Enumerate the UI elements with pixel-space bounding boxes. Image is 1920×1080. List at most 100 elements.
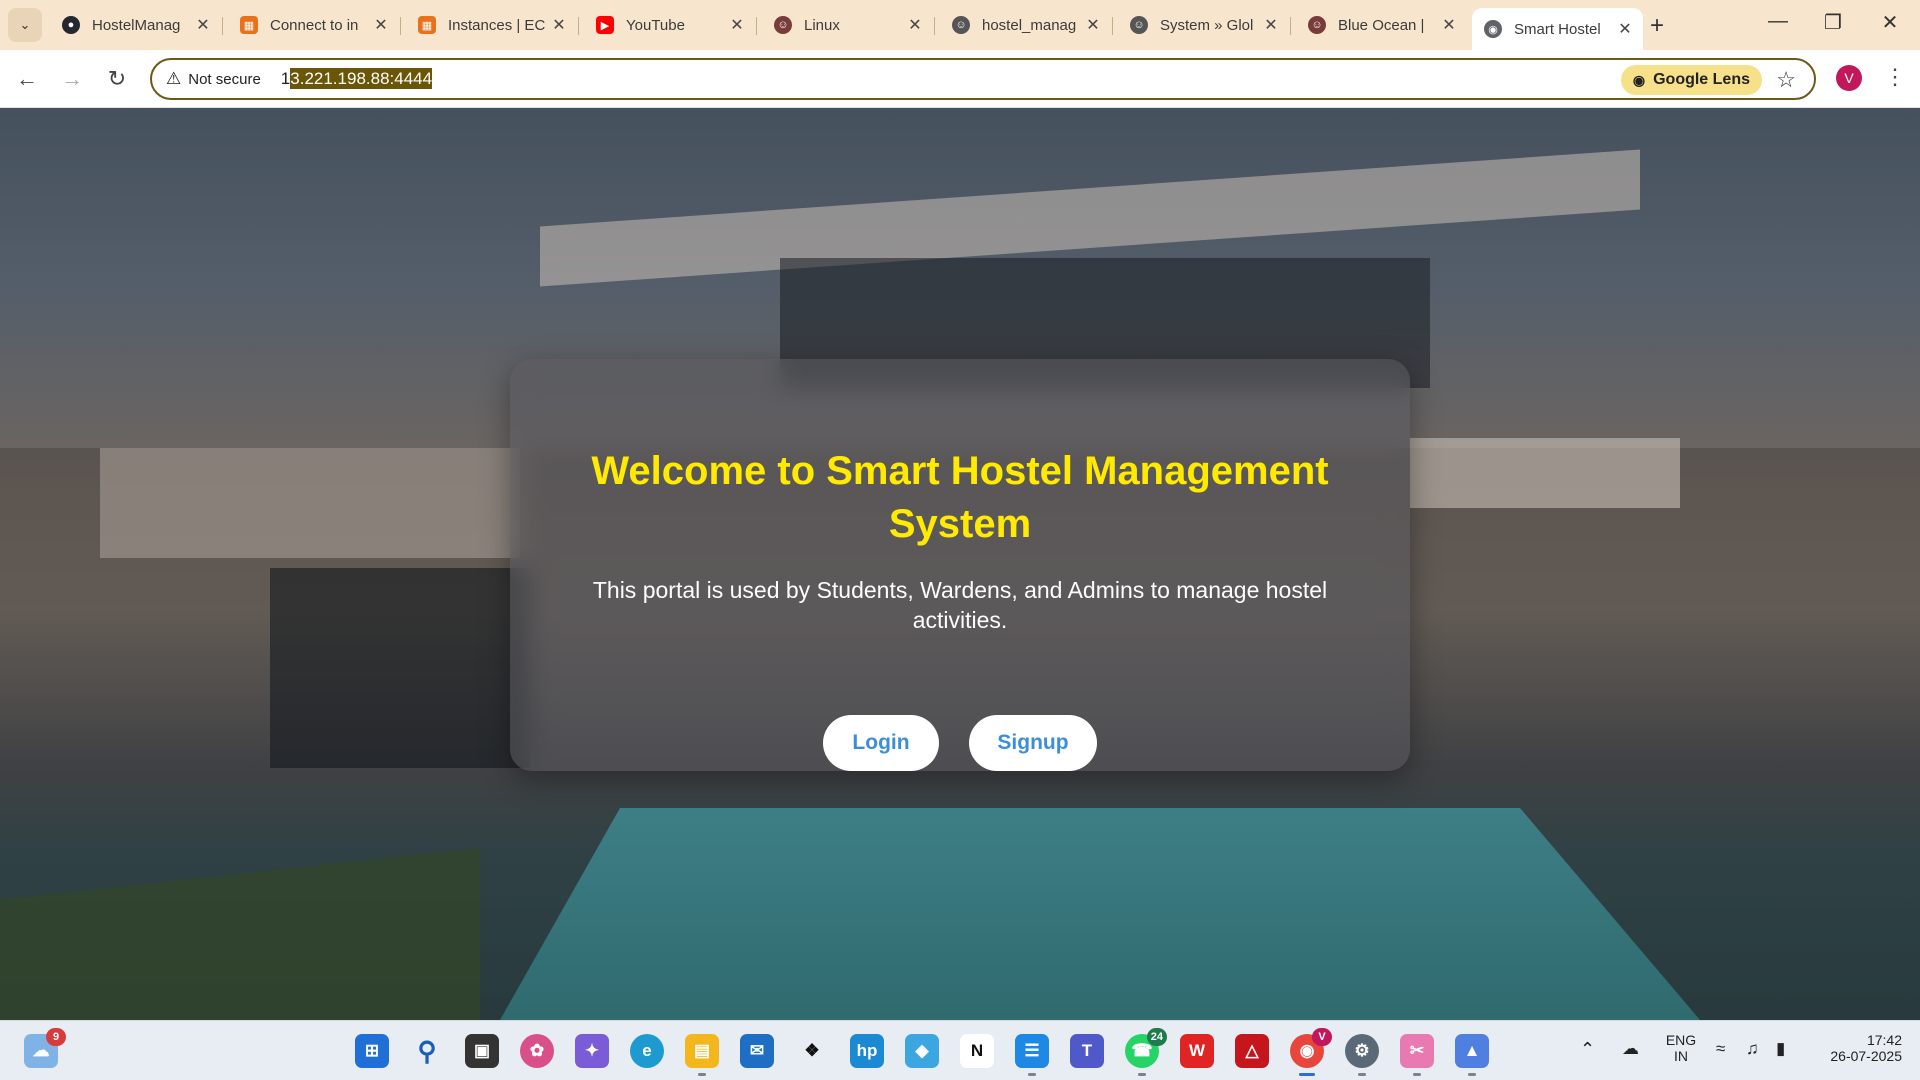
running-indicator <box>1468 1073 1476 1076</box>
tab-2[interactable]: ▦ Connect to in ✕ <box>228 8 399 42</box>
jenkins-icon: ☺ <box>1130 16 1148 34</box>
tab-3[interactable]: ▦ Instances | EC ✕ <box>406 8 577 42</box>
edge-icon[interactable]: e <box>630 1034 664 1068</box>
task-view-icon[interactable]: ▣ <box>465 1034 499 1068</box>
chevron-up-icon[interactable]: ⌃ <box>1580 1039 1595 1060</box>
chrome-icon[interactable]: ◉ V <box>1290 1028 1332 1076</box>
left-wing <box>100 448 520 558</box>
tab-6[interactable]: ☺ hostel_manag ✕ <box>940 8 1111 42</box>
address-toolbar: ← → ↻ ⚠ Not secure 13.221.198.88:4444 ◉ … <box>0 50 1920 108</box>
youtube-icon: ▶ <box>596 16 614 34</box>
weather-badge: 9 <box>46 1028 66 1046</box>
language-indicator[interactable]: ENG IN <box>1660 1032 1702 1064</box>
weather-icon[interactable]: ☁ 9 <box>24 1028 66 1068</box>
wifi-icon[interactable]: ≈ <box>1716 1039 1725 1059</box>
tab-4[interactable]: ▶ YouTube ✕ <box>584 8 755 42</box>
tab-title: YouTube <box>626 16 685 34</box>
dropbox-icon[interactable]: ❖ <box>795 1034 829 1068</box>
search-icon[interactable]: ⚲ <box>410 1034 444 1068</box>
file-explorer-icon[interactable]: ▤ <box>685 1034 719 1076</box>
jenkins-icon: ☺ <box>1308 16 1326 34</box>
close-icon[interactable]: ✕ <box>549 15 569 35</box>
clock-date: 26-07-2025 <box>1830 1048 1902 1064</box>
photos-icon[interactable]: ✿ <box>520 1034 554 1068</box>
tab-8[interactable]: ☺ Blue Ocean | ✕ <box>1296 8 1467 42</box>
url-selected: 3.221.198.88:4444 <box>290 68 433 89</box>
menu-kebab-icon[interactable]: ⋮ <box>1884 64 1906 90</box>
tab-title: Smart Hostel <box>1514 20 1601 38</box>
url-text[interactable]: 13.221.198.88:4444 <box>281 68 433 89</box>
close-window-button[interactable]: ✕ <box>1870 10 1910 35</box>
mail-icon[interactable]: ✉ <box>740 1034 774 1068</box>
google-lens-button[interactable]: ◉ Google Lens <box>1620 65 1762 95</box>
close-icon[interactable]: ✕ <box>727 15 747 35</box>
running-indicator <box>1138 1073 1146 1076</box>
reload-button[interactable]: ↻ <box>102 64 132 94</box>
running-indicator <box>698 1073 706 1076</box>
close-icon[interactable]: ✕ <box>1261 15 1281 35</box>
clock-time: 17:42 <box>1866 1032 1902 1048</box>
reload-icon: ↻ <box>107 66 127 91</box>
close-icon[interactable]: ✕ <box>193 15 213 35</box>
settings-gear-icon[interactable]: ⚙ <box>1345 1034 1379 1076</box>
login-button[interactable]: Login <box>823 715 939 771</box>
signup-button[interactable]: Signup <box>969 715 1097 771</box>
tab-search-button[interactable]: ⌄ <box>8 8 42 42</box>
address-bar[interactable]: ⚠ Not secure 13.221.198.88:4444 ◉ Google… <box>150 58 1816 100</box>
snipping-icon[interactable]: ✂ <box>1400 1034 1434 1076</box>
onedrive-error-icon[interactable]: ☁ <box>1622 1039 1639 1059</box>
tab-title: Instances | EC <box>448 16 546 34</box>
acrobat-icon[interactable]: △ <box>1235 1034 1269 1068</box>
battery-icon[interactable]: ▮ <box>1776 1039 1785 1059</box>
tab-title: HostelManag <box>92 16 181 34</box>
notepad-icon[interactable]: ☰ <box>1015 1034 1049 1076</box>
copilot-icon[interactable]: ✦ <box>575 1034 609 1068</box>
security-chip[interactable]: ⚠ Not secure <box>166 69 261 89</box>
active-indicator <box>1299 1073 1315 1076</box>
tab-1[interactable]: ● HostelManag ✕ <box>50 8 221 42</box>
tab-separator <box>756 17 757 35</box>
profile-avatar[interactable]: V <box>1836 65 1862 91</box>
close-icon[interactable]: ✕ <box>1439 15 1459 35</box>
start-icon[interactable]: ⊞ <box>355 1034 389 1068</box>
close-icon[interactable]: ✕ <box>371 15 391 35</box>
github-icon: ● <box>62 16 80 34</box>
aws-icon: ▦ <box>240 16 258 34</box>
volume-icon[interactable]: ♫ <box>1746 1039 1759 1059</box>
tab-7[interactable]: ☺ System » Glol ✕ <box>1118 8 1289 42</box>
swimming-pool <box>500 808 1700 1020</box>
tab-title: Blue Ocean | <box>1338 16 1425 34</box>
page-description: This portal is used by Students, Wardens… <box>592 577 1328 633</box>
mountains-app-icon[interactable]: ▲ <box>1455 1034 1489 1076</box>
teams-icon[interactable]: T <box>1070 1034 1104 1068</box>
balcony-slab <box>1410 438 1680 508</box>
tab-title: System » Glol <box>1160 16 1254 34</box>
chevron-down-icon: ⌄ <box>19 17 31 32</box>
new-tab-button[interactable]: + <box>1650 12 1664 40</box>
taskbar: ☁ 9 ⊞ ⚲ ▣ ✿ ✦ e ▤ ✉ ❖ hp ◆ N ☰ T ☎ 24 W … <box>0 1020 1920 1080</box>
whatsapp-badge: 24 <box>1146 1028 1167 1046</box>
camera-icon: ◉ <box>1632 71 1646 88</box>
tab-active[interactable]: ◉ Smart Hostel ✕ <box>1472 8 1643 50</box>
notion-icon[interactable]: N <box>960 1034 994 1068</box>
tab-title: hostel_manag <box>982 16 1077 34</box>
m365-icon[interactable]: ◆ <box>905 1034 939 1068</box>
clock[interactable]: 17:42 26-07-2025 <box>1812 1032 1902 1064</box>
back-button[interactable]: ← <box>12 64 42 94</box>
hp-icon[interactable]: hp <box>850 1034 884 1068</box>
close-icon[interactable]: ✕ <box>1083 15 1103 35</box>
running-indicator <box>1028 1073 1036 1076</box>
minimize-button[interactable]: — <box>1758 10 1798 33</box>
bookmark-star-icon[interactable]: ☆ <box>1776 67 1796 93</box>
warning-icon: ⚠ <box>166 69 182 88</box>
close-icon[interactable]: ✕ <box>905 15 925 35</box>
wps-icon[interactable]: W <box>1180 1034 1214 1068</box>
aws-icon: ▦ <box>418 16 436 34</box>
tab-separator <box>578 17 579 35</box>
whatsapp-icon[interactable]: ☎ 24 <box>1125 1028 1167 1076</box>
forward-button[interactable]: → <box>57 64 87 94</box>
tab-5[interactable]: ☺ Linux ✕ <box>762 8 933 42</box>
restore-button[interactable]: ❐ <box>1813 10 1853 35</box>
close-icon[interactable]: ✕ <box>1615 19 1635 39</box>
tab-separator <box>400 17 401 35</box>
